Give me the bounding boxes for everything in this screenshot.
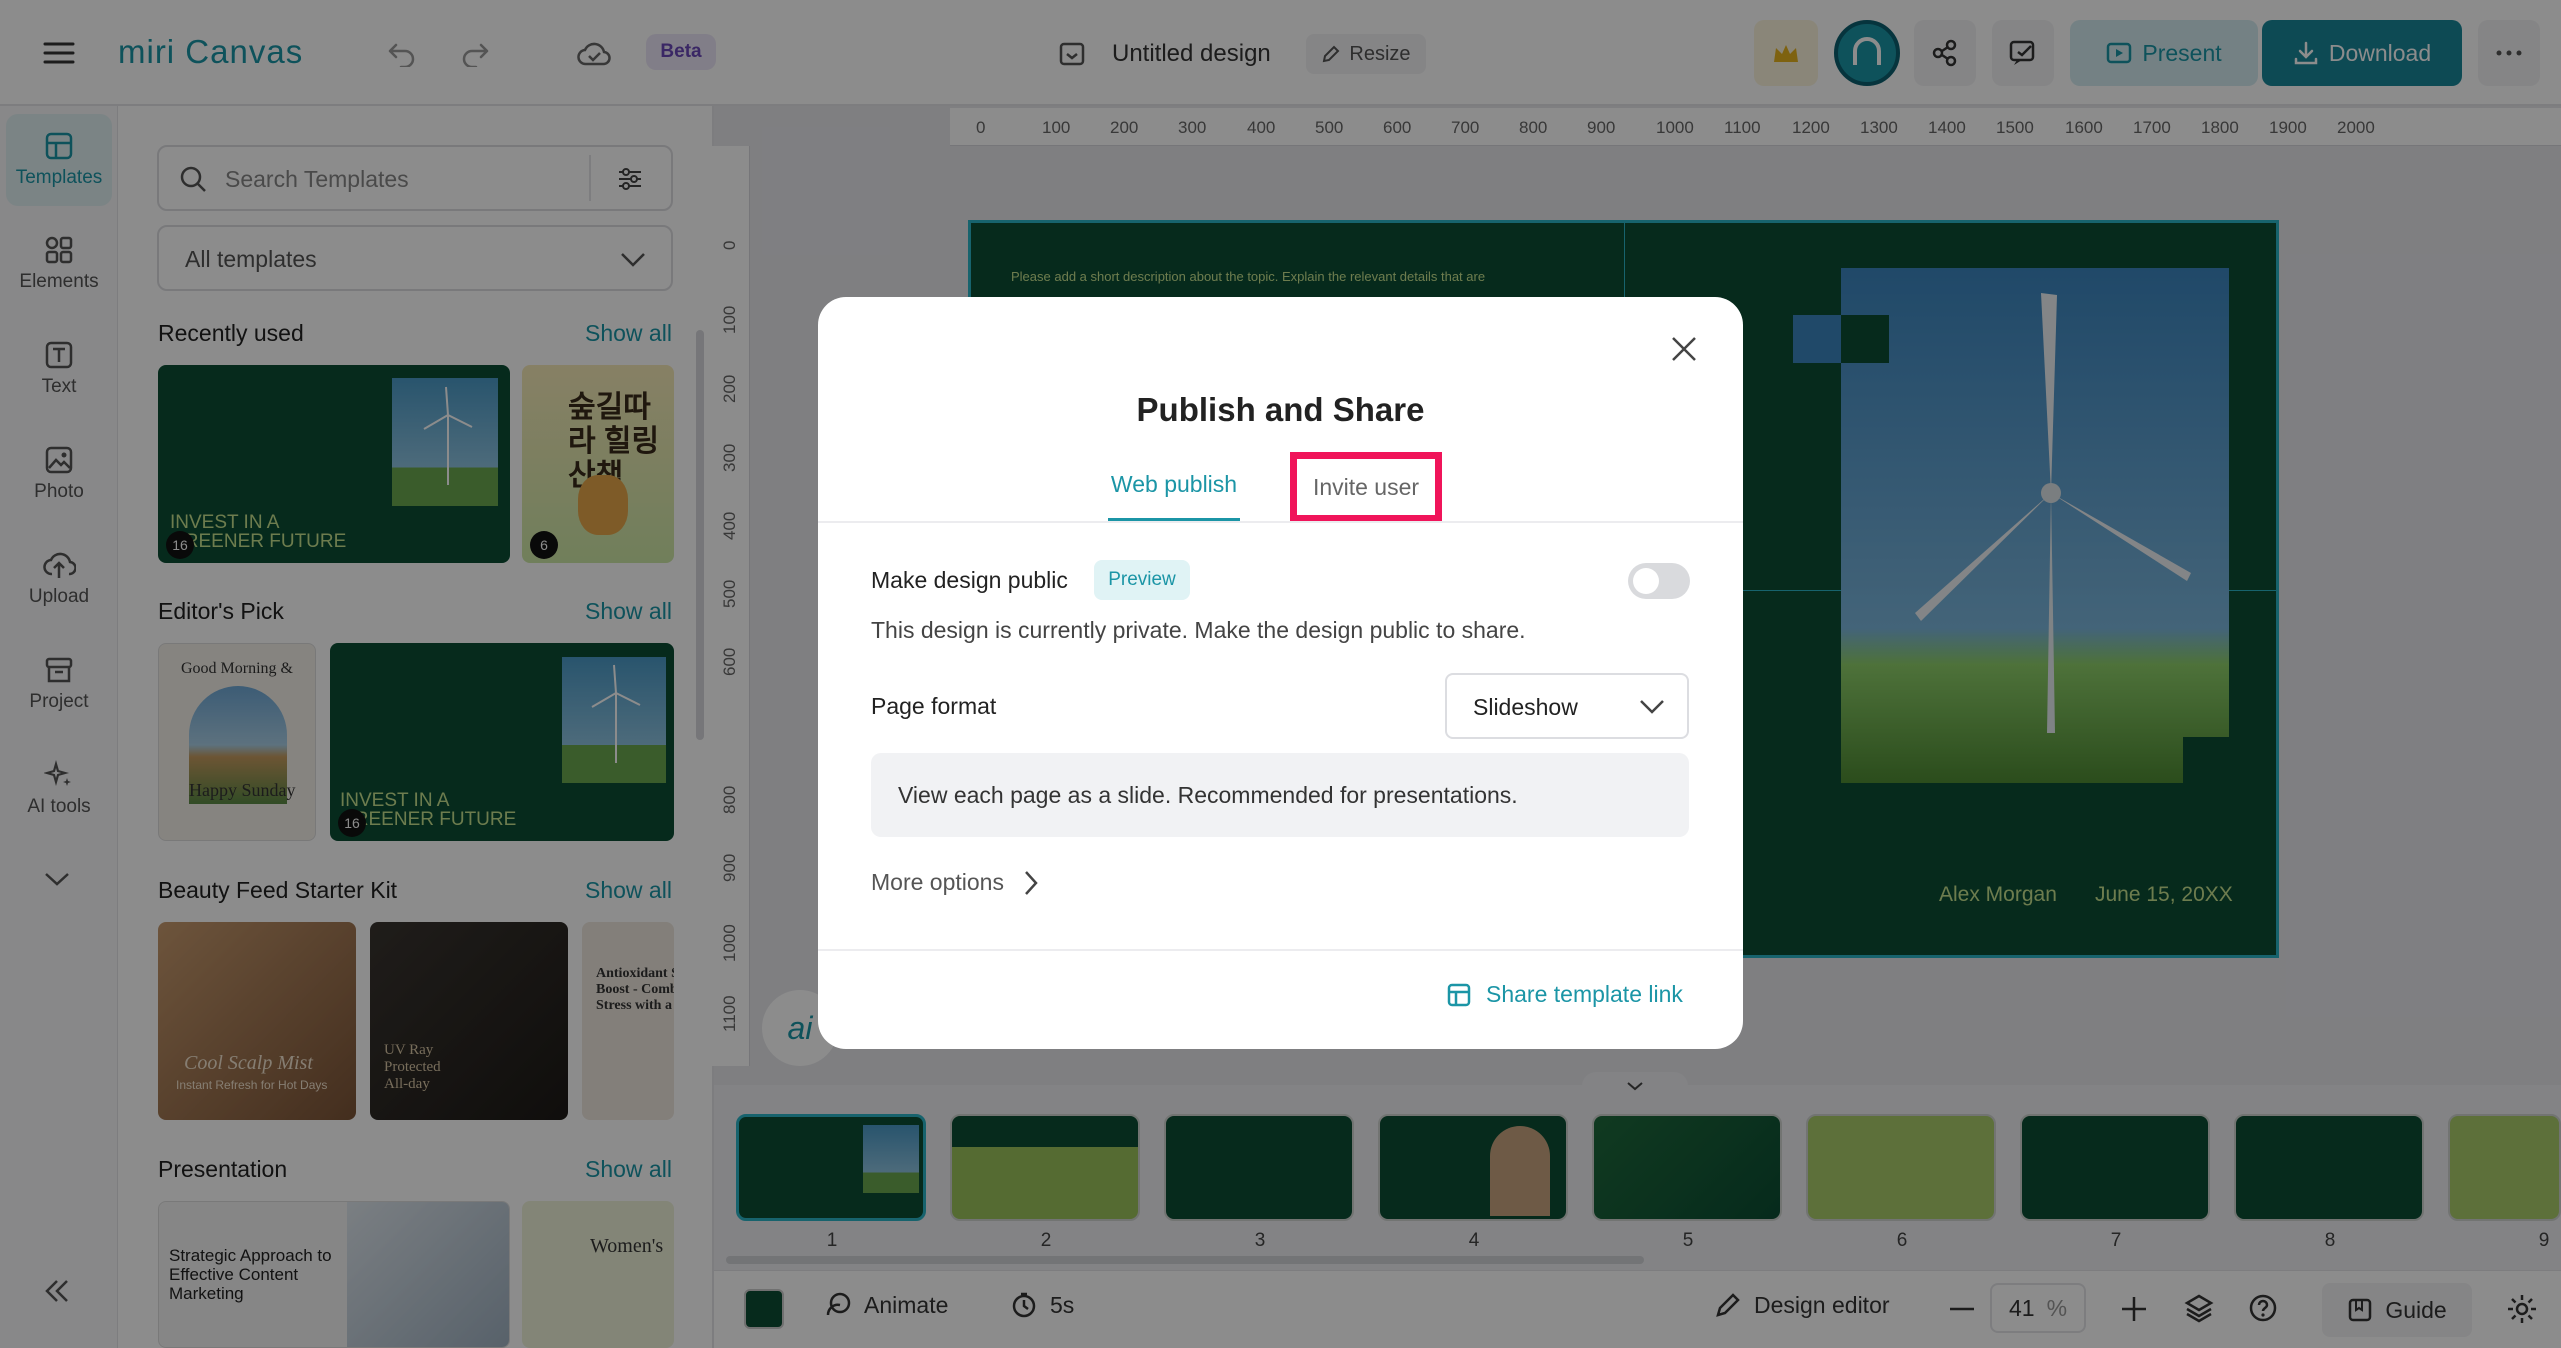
publish-share-modal: Publish and Share Web publish Invite use… xyxy=(818,297,1743,1049)
tab-web-publish[interactable]: Web publish xyxy=(1108,471,1240,521)
modal-title: Publish and Share xyxy=(1136,391,1425,428)
close-icon[interactable] xyxy=(1670,335,1698,363)
make-public-toggle[interactable] xyxy=(1628,563,1690,599)
more-options-label: More options xyxy=(871,869,1004,895)
modal-footer-divider xyxy=(818,949,1743,951)
format-description: View each page as a slide. Recommended f… xyxy=(898,782,1518,808)
share-template-link-label: Share template link xyxy=(1486,981,1683,1007)
chevron-down-icon xyxy=(1640,700,1664,714)
page-format-select[interactable]: Slideshow xyxy=(1445,673,1689,739)
template-link-icon xyxy=(1447,983,1471,1006)
make-public-label: Make design public xyxy=(871,567,1068,593)
tabs-divider xyxy=(818,521,1743,523)
tab-invite-user[interactable]: Invite user xyxy=(1290,452,1442,522)
page-format-value: Slideshow xyxy=(1473,694,1578,720)
private-note: This design is currently private. Make t… xyxy=(871,617,1526,643)
share-template-link-button[interactable]: Share template link xyxy=(1446,981,1683,1008)
page-format-label: Page format xyxy=(871,693,997,719)
preview-badge: Preview xyxy=(1094,560,1190,600)
format-description-box: View each page as a slide. Recommended f… xyxy=(871,753,1689,837)
more-options-link[interactable]: More options xyxy=(871,869,1038,896)
chevron-right-icon xyxy=(1025,870,1038,895)
